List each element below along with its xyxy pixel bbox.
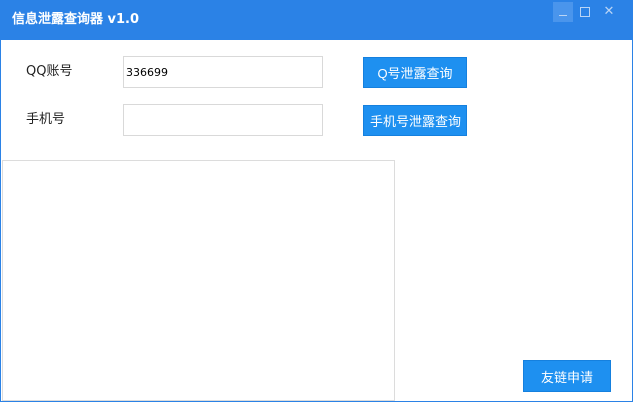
qq-query-button[interactable]: Q号泄露查询: [363, 57, 467, 88]
maximize-button[interactable]: [575, 2, 595, 22]
close-button[interactable]: ✕: [599, 2, 619, 22]
minimize-icon: [559, 15, 567, 16]
close-icon: ✕: [603, 4, 615, 19]
window-title: 信息泄露查询器 v1.0: [12, 12, 140, 27]
qq-label: QQ账号: [26, 64, 73, 79]
result-textarea[interactable]: [2, 160, 395, 401]
title-bar[interactable]: 信息泄露查询器 v1.0 ✕: [1, 0, 633, 40]
minimize-button[interactable]: [553, 2, 573, 22]
qq-input[interactable]: [123, 56, 323, 88]
app-window: 信息泄露查询器 v1.0 ✕ QQ账号 Q号泄露查询 手机号 手机号泄露查询 友…: [0, 0, 633, 402]
phone-label: 手机号: [26, 112, 66, 127]
phone-query-button[interactable]: 手机号泄露查询: [363, 105, 467, 136]
friend-link-button[interactable]: 友链申请: [523, 360, 611, 392]
maximize-icon: [580, 7, 590, 17]
phone-input[interactable]: [123, 104, 323, 136]
